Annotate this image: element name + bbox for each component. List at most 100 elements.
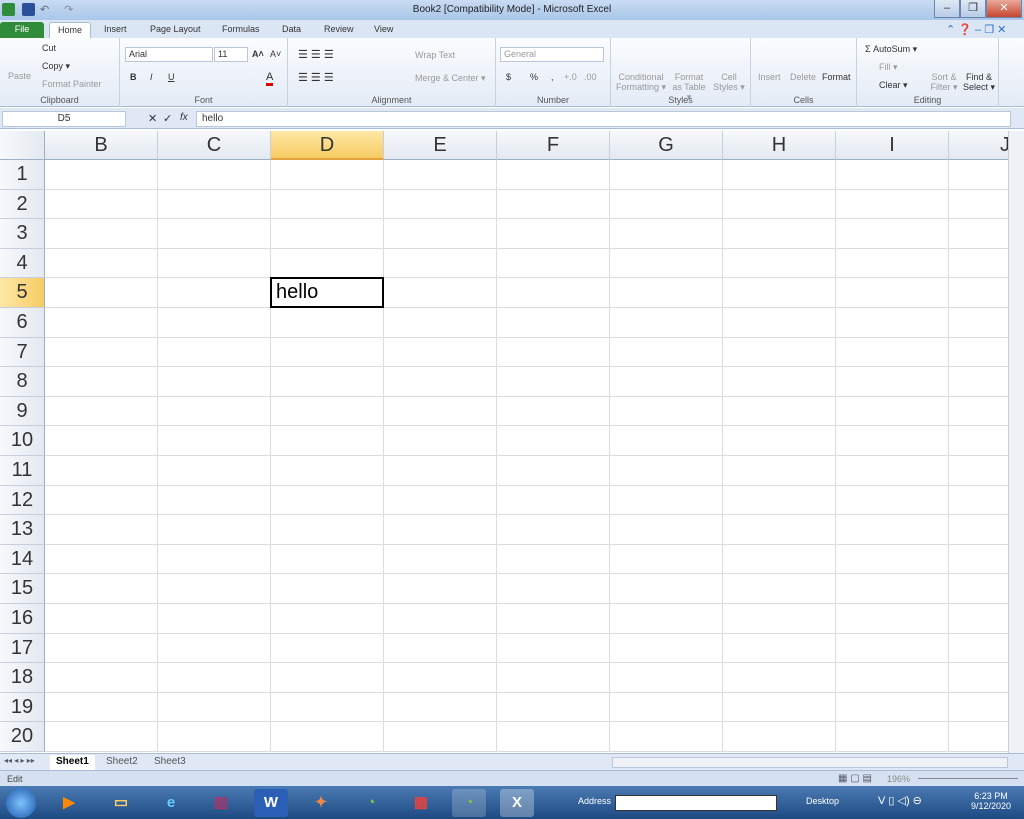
cell-J16[interactable] [949,604,1008,634]
cell-F12[interactable] [497,485,610,516]
cell-D8[interactable] [271,367,384,397]
cell-I8[interactable] [836,367,949,397]
cell-B19[interactable] [45,692,158,723]
cell-B8[interactable] [45,367,158,397]
cell-E16[interactable] [384,604,497,634]
cell-J13[interactable] [949,515,1008,545]
cell-G9[interactable] [610,396,723,427]
row-header-10[interactable]: 10 [0,426,45,456]
grow-font-button[interactable]: A˄ [252,49,264,59]
tab-page-layout[interactable]: Page Layout [142,22,209,38]
cell-B1[interactable] [45,160,158,190]
select-all-corner[interactable] [0,131,45,160]
restore-button[interactable]: ❐ [960,0,986,18]
cell-I6[interactable] [836,308,949,338]
cell-B12[interactable] [45,485,158,516]
cell-E4[interactable] [384,248,497,279]
tab-home[interactable]: Home [49,22,92,38]
cell-J15[interactable] [949,574,1008,604]
cell-C20[interactable] [158,722,271,752]
row-header-12[interactable]: 12 [0,485,45,516]
insert-button[interactable]: Insert [758,72,781,82]
cell-D10[interactable] [271,426,384,456]
cell-C19[interactable] [158,692,271,723]
cell-E12[interactable] [384,485,497,516]
cell-H15[interactable] [723,574,836,604]
cell-D13[interactable] [271,515,384,545]
cell-J9[interactable] [949,397,1008,427]
cell-H19[interactable] [723,692,836,723]
column-header-G[interactable]: G [610,131,723,160]
cell-C6[interactable] [158,308,271,338]
media-player-icon[interactable]: ▶ [52,789,86,817]
cell-C4[interactable] [158,248,271,279]
column-header-F[interactable]: F [497,131,610,160]
sort-filter-button[interactable]: Sort & Filter ▾ [929,72,959,93]
cell-F5[interactable] [497,278,610,308]
cell-D18[interactable] [271,663,384,693]
cell-C3[interactable] [158,219,271,249]
cell-D19[interactable] [271,692,384,723]
align-left-icon[interactable]: ☰ ☰ ☰ [298,71,334,84]
cell-I9[interactable] [836,396,949,427]
italic-button[interactable]: I [150,72,153,82]
cell-H10[interactable] [723,426,836,456]
autosum-button[interactable]: Σ AutoSum ▾ [865,44,917,55]
cell-B18[interactable] [45,663,158,693]
cell-H6[interactable] [723,308,836,338]
start-button[interactable] [6,788,36,818]
cell-I20[interactable] [836,722,949,752]
cell-J7[interactable] [949,338,1008,368]
row-header-9[interactable]: 9 [0,396,45,427]
row-header-18[interactable]: 18 [0,663,45,693]
tab-view[interactable]: View [366,22,401,38]
sheet-nav-icon[interactable]: ◂◂ ◂ ▸ ▸▸ [4,756,35,765]
column-header-H[interactable]: H [723,131,836,160]
cell-J14[interactable] [949,545,1008,575]
cell-J5[interactable] [949,278,1008,308]
cell-G7[interactable] [610,337,723,368]
cell-H13[interactable] [723,515,836,545]
cell-F13[interactable] [497,515,610,545]
internet-explorer-icon[interactable]: e [154,789,188,817]
column-header-I[interactable]: I [836,131,949,160]
cell-B4[interactable] [45,248,158,279]
cell-C8[interactable] [158,367,271,397]
cell-D11[interactable] [271,456,384,486]
cell-B10[interactable] [45,426,158,456]
cell-H3[interactable] [723,219,836,249]
cell-D20[interactable] [271,722,384,752]
cell-F3[interactable] [497,219,610,249]
cell-B14[interactable] [45,544,158,575]
cell-C1[interactable] [158,160,271,190]
row-header-7[interactable]: 7 [0,337,45,368]
minimize-button[interactable]: – [934,0,960,18]
cell-D14[interactable] [271,544,384,575]
cell-F6[interactable] [497,308,610,338]
cell-G20[interactable] [610,722,723,752]
cell-H2[interactable] [723,189,836,220]
bold-button[interactable]: B [130,72,137,82]
font-name-select[interactable]: Arial [125,47,213,62]
tab-formulas[interactable]: Formulas [214,22,268,38]
row-header-3[interactable]: 3 [0,219,45,249]
row-header-17[interactable]: 17 [0,633,45,664]
cell-G15[interactable] [610,574,723,604]
cell-E9[interactable] [384,396,497,427]
cell-G12[interactable] [610,485,723,516]
cell-I7[interactable] [836,337,949,368]
cell-E10[interactable] [384,426,497,456]
row-header-6[interactable]: 6 [0,308,45,338]
coccoc-icon[interactable]: ◔ [354,789,388,817]
shrink-font-button[interactable]: A˅ [270,49,281,59]
tab-review[interactable]: Review [316,22,362,38]
cell-F16[interactable] [497,604,610,634]
cell-B2[interactable] [45,189,158,220]
cell-H5[interactable] [723,278,836,308]
cell-J6[interactable] [949,308,1008,338]
cell-H12[interactable] [723,485,836,516]
cell-I5[interactable] [836,278,949,308]
row-header-8[interactable]: 8 [0,367,45,397]
cell-G6[interactable] [610,308,723,338]
cell-C2[interactable] [158,189,271,220]
